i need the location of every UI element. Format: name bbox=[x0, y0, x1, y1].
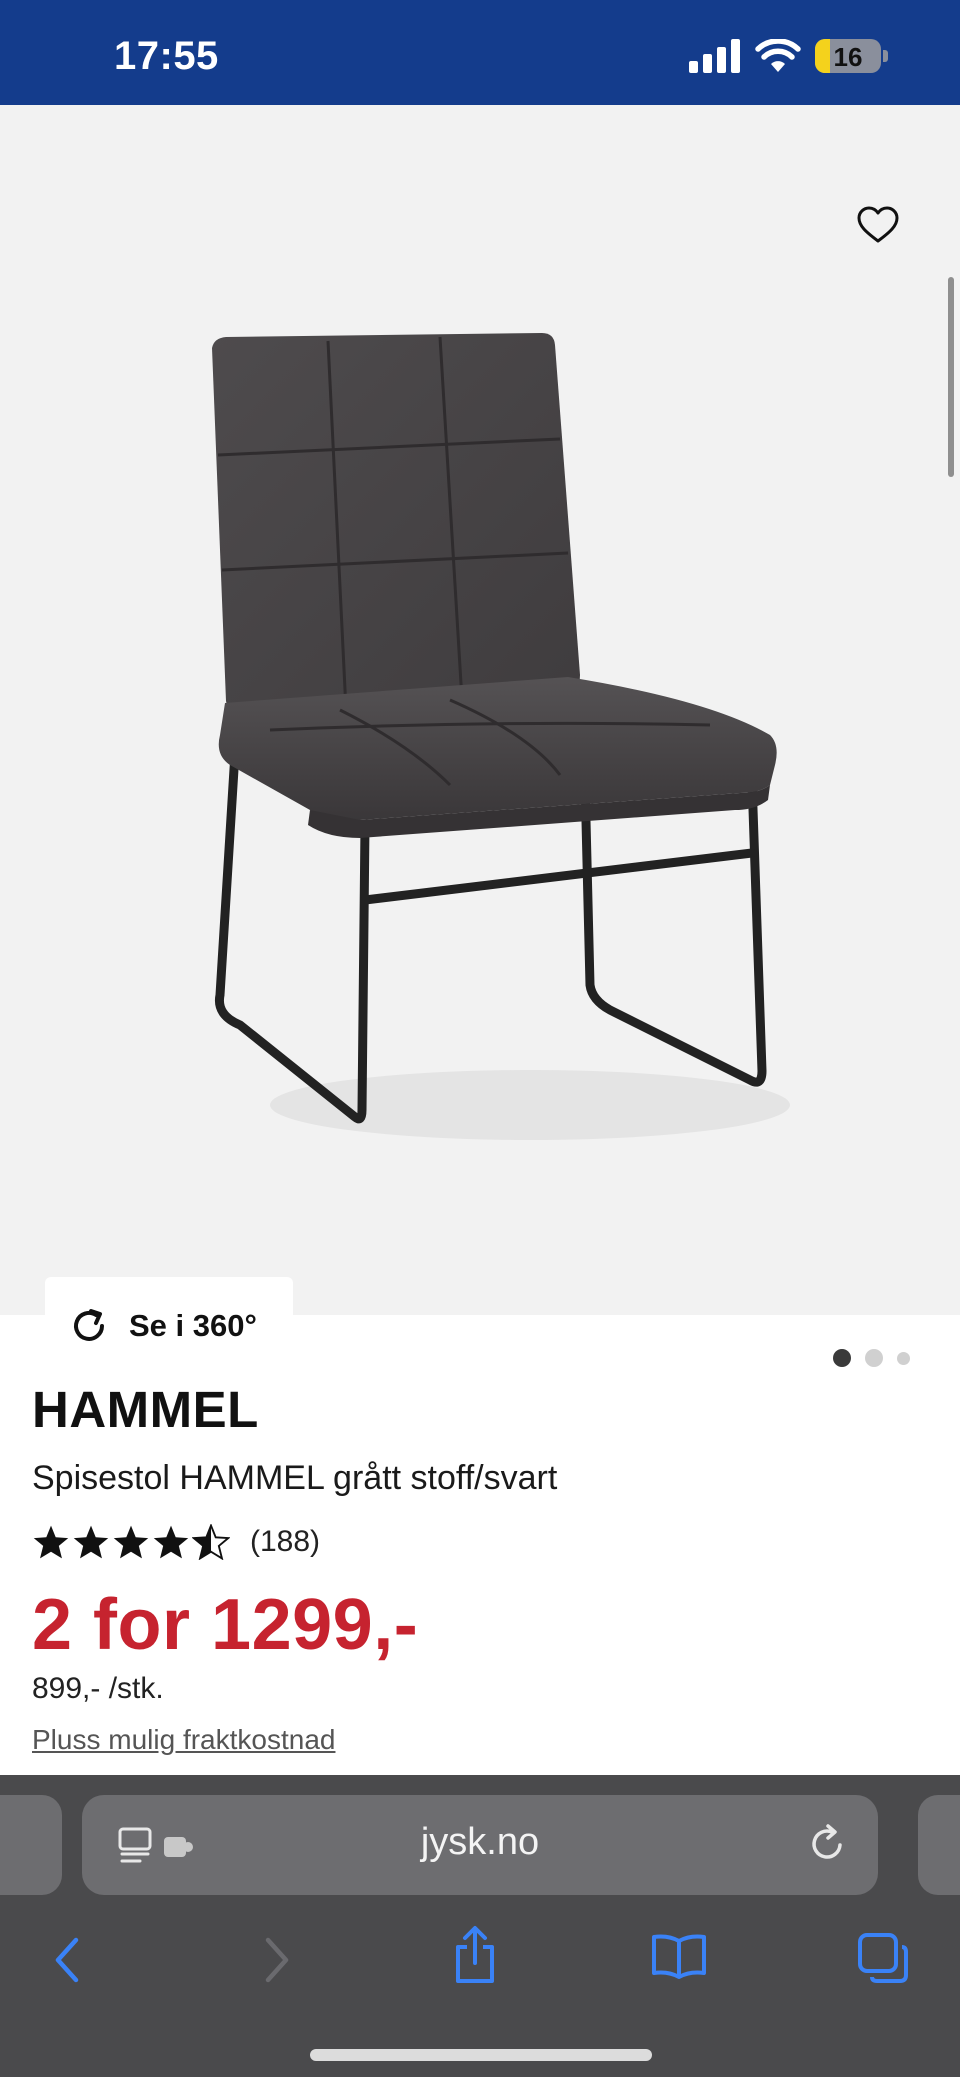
forward-icon[interactable] bbox=[256, 1935, 296, 1985]
previous-tab-preview[interactable] bbox=[0, 1795, 62, 1895]
star-full-icon bbox=[153, 1525, 189, 1559]
product-brand: HAMMEL bbox=[32, 1381, 259, 1438]
star-full-icon bbox=[33, 1525, 69, 1559]
carousel-dots[interactable] bbox=[833, 1349, 910, 1367]
next-tab-preview[interactable] bbox=[918, 1795, 960, 1895]
battery-icon: 16 bbox=[815, 39, 888, 73]
browser-toolbar bbox=[0, 1915, 960, 2005]
tabs-icon[interactable] bbox=[856, 1931, 910, 1983]
bookmarks-icon[interactable] bbox=[650, 1933, 708, 1979]
heart-icon[interactable] bbox=[856, 205, 900, 245]
battery-level: 16 bbox=[833, 42, 863, 72]
unit-price: 899,- /stk. bbox=[32, 1672, 164, 1705]
status-icons: 16 bbox=[689, 36, 888, 76]
scroll-indicator[interactable] bbox=[948, 277, 954, 477]
carousel-dot[interactable] bbox=[833, 1349, 851, 1367]
view-360-label: Se i 360° bbox=[129, 1308, 257, 1343]
shipping-link[interactable]: Pluss mulig fraktkostnad bbox=[32, 1724, 932, 1756]
rotate-icon bbox=[74, 1309, 104, 1341]
star-half-icon bbox=[192, 1524, 230, 1560]
product-subtitle: Spisestol HAMMEL grått stoff/svart bbox=[32, 1459, 558, 1497]
status-time: 17:55 bbox=[114, 34, 219, 78]
product-image[interactable] bbox=[150, 305, 810, 1265]
home-indicator[interactable] bbox=[310, 2049, 652, 2061]
product-rating[interactable]: (188) bbox=[32, 1524, 932, 1560]
product-gallery[interactable]: Se i 360° bbox=[0, 105, 960, 1375]
cellular-signal-icon bbox=[689, 39, 740, 73]
view-360-button[interactable]: Se i 360° bbox=[45, 1277, 293, 1375]
browser-chrome: jysk.no bbox=[0, 1775, 960, 2077]
carousel-dot[interactable] bbox=[865, 1349, 883, 1367]
product-info: HAMMEL Spisestol HAMMEL grått stoff/svar… bbox=[32, 1380, 932, 1756]
status-bar: 17:55 16 bbox=[0, 0, 960, 105]
rating-count[interactable]: (188) bbox=[250, 1525, 320, 1559]
share-icon[interactable] bbox=[450, 1925, 500, 1985]
wifi-icon bbox=[755, 39, 801, 72]
rating-stars bbox=[32, 1524, 230, 1560]
reload-icon[interactable] bbox=[806, 1823, 848, 1865]
carousel-dot[interactable] bbox=[897, 1351, 910, 1365]
star-full-icon bbox=[113, 1525, 149, 1559]
url-text[interactable]: jysk.no bbox=[82, 1821, 878, 1864]
product-price: 2 for 1299,- bbox=[32, 1585, 419, 1665]
star-full-icon bbox=[73, 1525, 109, 1559]
address-bar[interactable]: jysk.no bbox=[82, 1795, 878, 1895]
back-icon[interactable] bbox=[48, 1935, 88, 1985]
